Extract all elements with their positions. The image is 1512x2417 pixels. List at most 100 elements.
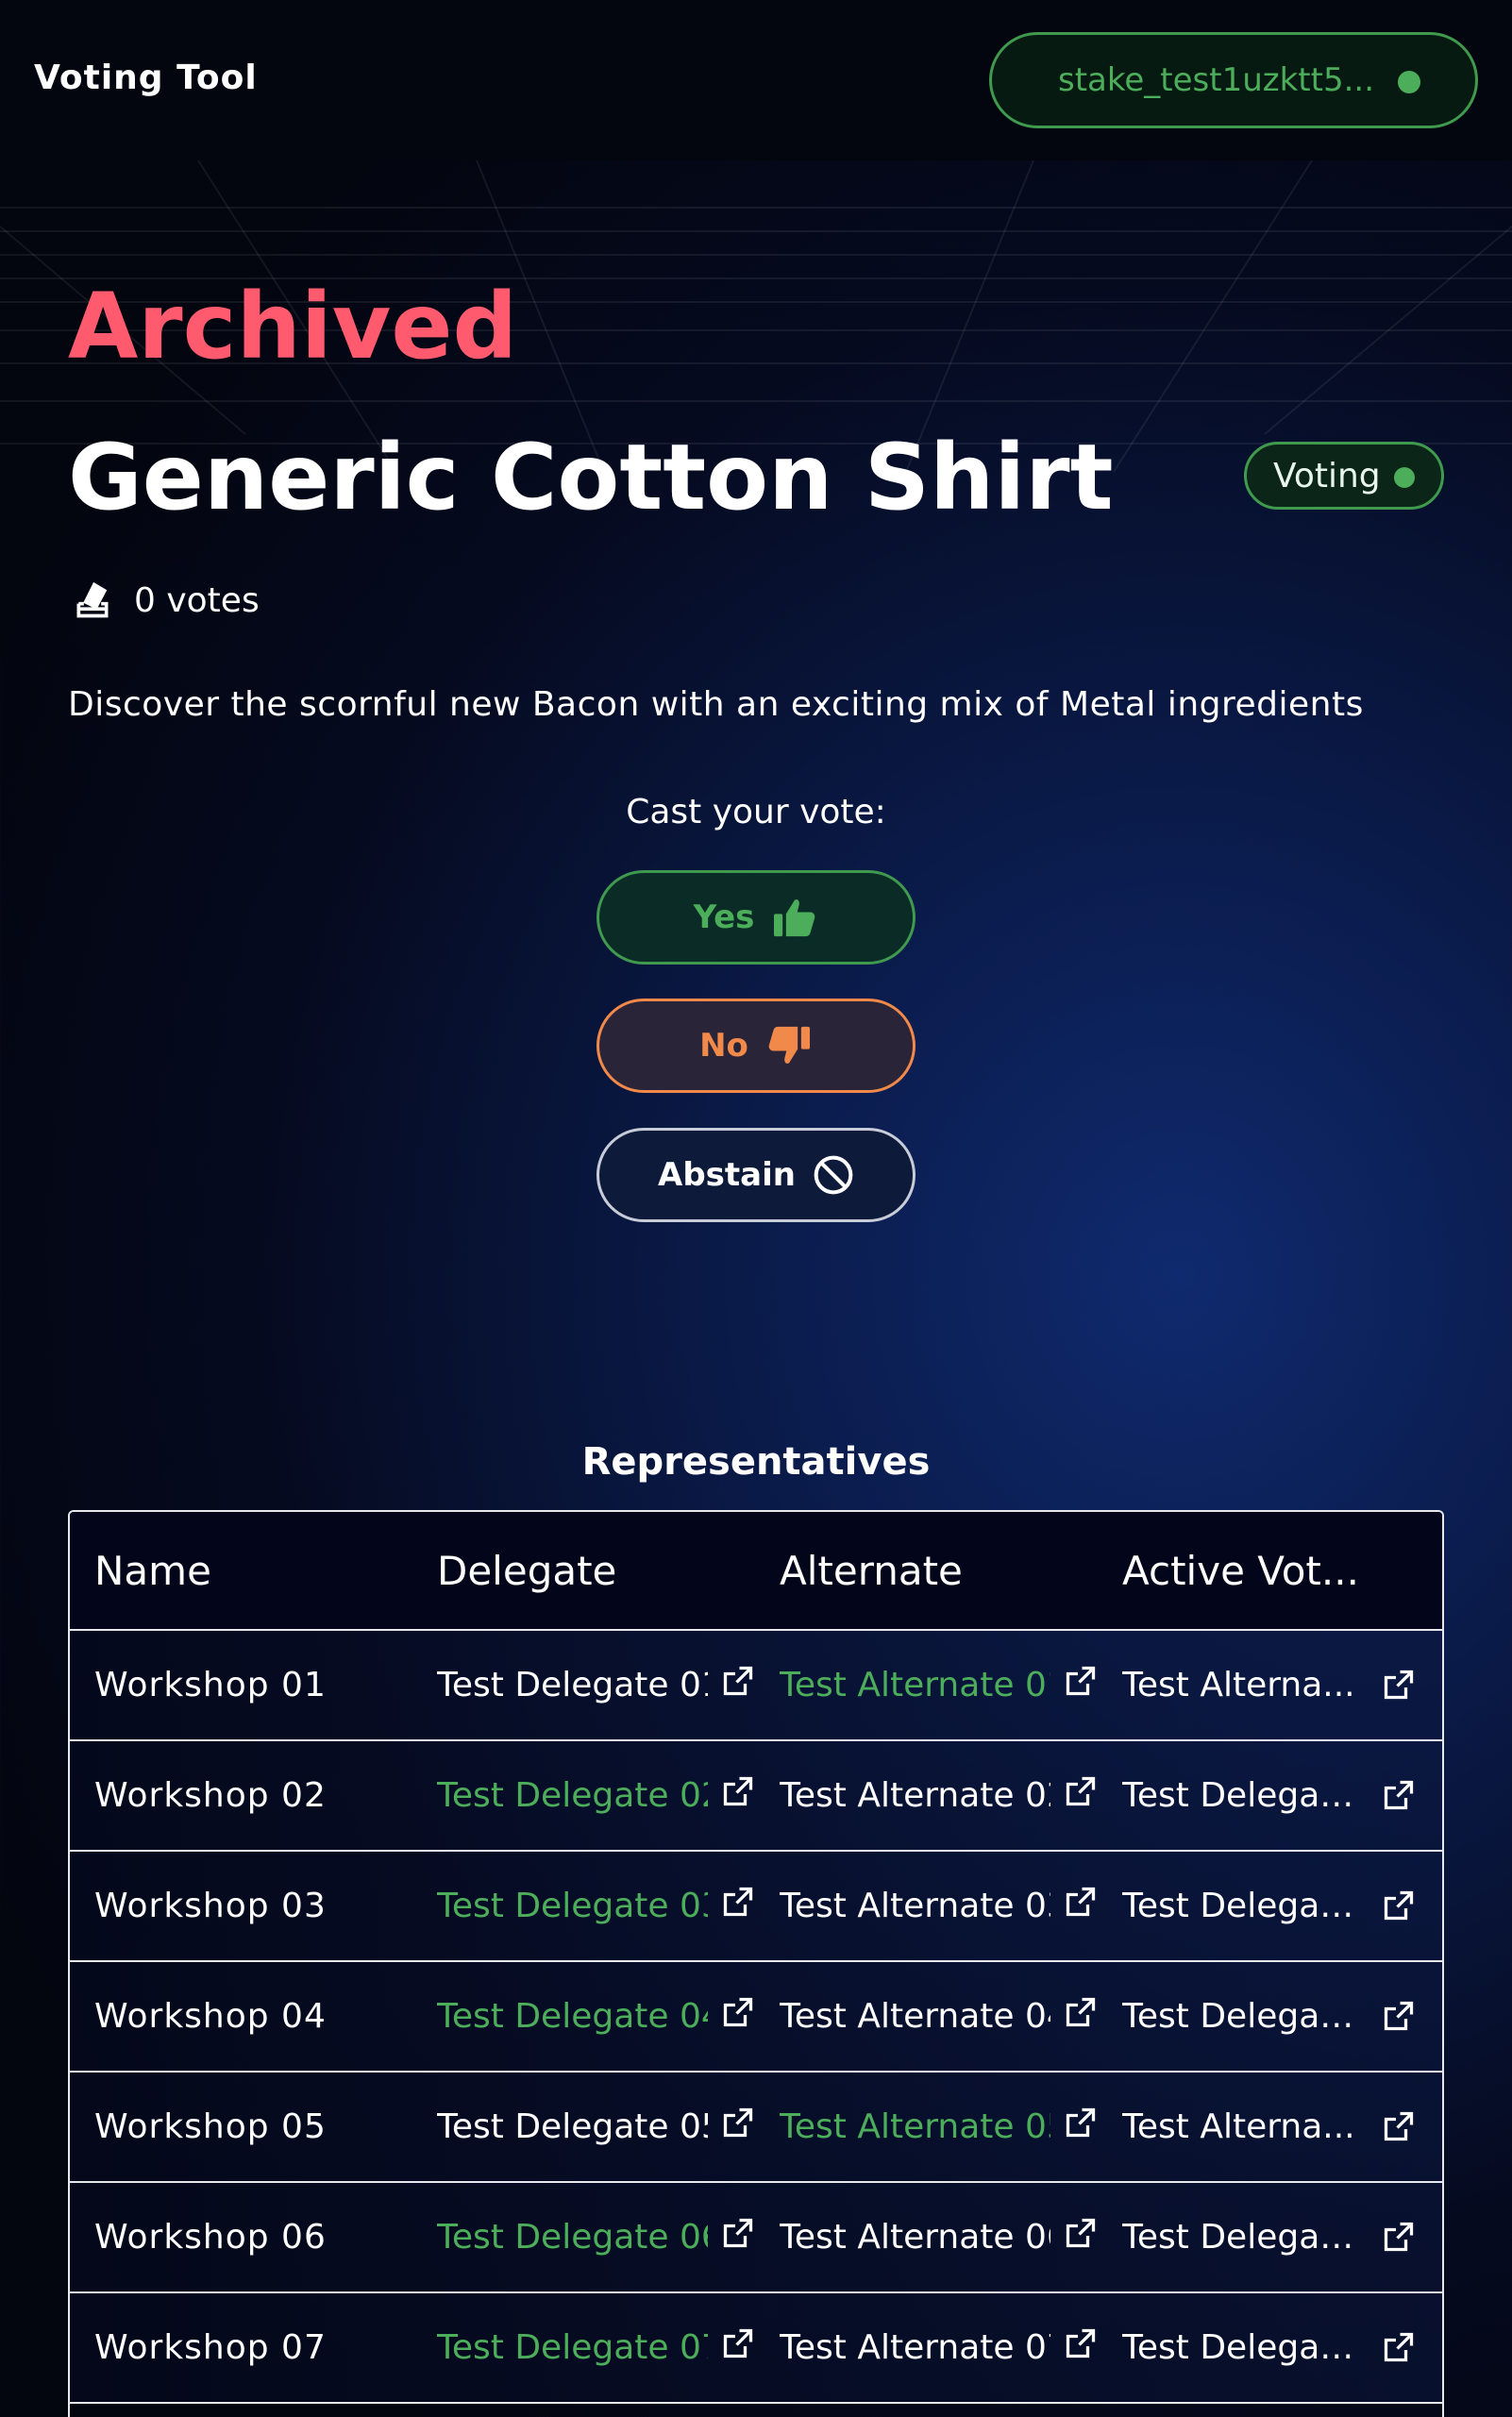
cell-workshop-name: Workshop 02 [70, 1741, 412, 1850]
vote-yes-button[interactable]: Yes [596, 870, 916, 965]
external-link-icon[interactable] [1382, 2109, 1416, 2152]
table-row: Workshop 04 Test Delegate 04 Test Alternat… [70, 1962, 1442, 2073]
app-title[interactable]: Voting Tool [34, 59, 258, 97]
cell-alternate: Test Alternate 03 [755, 1852, 1098, 1960]
table-row: Workshop 01 Test Delegate 01 Test Alternat… [70, 1631, 1442, 1741]
cell-alternate: Test Alternate 01 [755, 1631, 1098, 1739]
external-link-icon[interactable] [1382, 1668, 1416, 1710]
cell-active-voter: Test Delegat... [1098, 1741, 1440, 1850]
wallet-address: stake_test1uzktt5... [1058, 61, 1375, 99]
delegate-name: Test Delegate 01 [437, 1666, 708, 1704]
vote-yes-label: Yes [693, 898, 755, 936]
cell-alternate: Test Alternate 02 [755, 1741, 1098, 1850]
table-body: Workshop 01 Test Delegate 01 Test Alternat… [70, 1631, 1442, 2404]
cell-delegate: Test Delegate 03 [412, 1852, 755, 1960]
external-link-icon[interactable] [1064, 1885, 1098, 1927]
cast-vote-prompt: Cast your vote: [626, 793, 886, 831]
top-navigation-bar: Voting Tool stake_test1uzktt5... [0, 0, 1512, 160]
external-link-icon[interactable] [1064, 2326, 1098, 2369]
external-link-icon[interactable] [1382, 1999, 1416, 2041]
voting-status-badge: Voting [1244, 442, 1444, 510]
workshop-name: Workshop 04 [94, 1997, 327, 2036]
proposal-description: Discover the scornful new Bacon with an … [68, 685, 1364, 724]
proposal-status-heading: Archived [68, 274, 518, 379]
thumbs-down-icon [768, 1026, 810, 1064]
wallet-status-dot [1398, 71, 1420, 93]
cell-delegate: Test Delegate 05 [412, 2073, 755, 2181]
ballot-icon [76, 581, 109, 618]
external-link-icon[interactable] [1064, 1664, 1098, 1706]
external-link-icon[interactable] [1382, 1778, 1416, 1821]
external-link-icon[interactable] [721, 2216, 755, 2258]
cell-alternate: Test Alternate 05 [755, 2073, 1098, 2181]
active-voter-name: Test Alterna... [1122, 1666, 1355, 1704]
column-header-delegate: Delegate [437, 1547, 617, 1594]
external-link-icon[interactable] [721, 1995, 755, 2038]
column-header-active-voter: Active Vot... [1122, 1547, 1359, 1594]
workshop-name: Workshop 02 [94, 1776, 327, 1815]
alternate-name: Test Alternate 06 [780, 2218, 1050, 2257]
delegate-name: Test Delegate 06 [437, 2218, 708, 2257]
active-voter-name: Test Delegat... [1122, 1776, 1358, 1815]
cell-active-voter: Test Alterna... [1098, 2073, 1440, 2181]
alternate-name: Test Alternate 01 [780, 1666, 1050, 1704]
external-link-icon[interactable] [1064, 1774, 1098, 1817]
voting-status-dot [1394, 467, 1415, 488]
cell-active-voter: Test Alterna... [1098, 1631, 1440, 1739]
cell-workshop-name: Workshop 04 [70, 1962, 412, 2071]
votes-count: 0 votes [134, 580, 260, 620]
thumbs-up-icon [774, 899, 815, 937]
external-link-icon[interactable] [721, 1664, 755, 1706]
column-header-alternate: Alternate [780, 1547, 963, 1594]
external-link-icon[interactable] [721, 2106, 755, 2148]
table-row: Workshop 06 Test Delegate 06 Test Alternat… [70, 2183, 1442, 2293]
cell-workshop-name: Workshop 05 [70, 2073, 412, 2181]
representatives-title: Representatives [581, 1440, 931, 1484]
vote-abstain-button[interactable]: Abstain [596, 1128, 916, 1222]
alternate-name: Test Alternate 05 [780, 2107, 1050, 2146]
votes-count-row: 0 votes [72, 579, 260, 621]
external-link-icon[interactable] [721, 2326, 755, 2369]
external-link-icon[interactable] [1382, 2330, 1416, 2373]
external-link-icon[interactable] [1064, 2106, 1098, 2148]
cell-workshop-name: Workshop 06 [70, 2183, 412, 2291]
external-link-icon[interactable] [1064, 2216, 1098, 2258]
external-link-icon[interactable] [1382, 2220, 1416, 2262]
active-voter-name: Test Delegat... [1122, 1997, 1358, 2036]
column-header-name: Name [94, 1547, 211, 1594]
alternate-name: Test Alternate 07 [780, 2328, 1050, 2367]
alternate-name: Test Alternate 03 [780, 1887, 1050, 1925]
cell-active-voter: Test Delegat... [1098, 2183, 1440, 2291]
cell-delegate: Test Delegate 01 [412, 1631, 755, 1739]
table-row: Workshop 03 Test Delegate 03 Test Alternat… [70, 1852, 1442, 1962]
table-row: Workshop 05 Test Delegate 05 Test Alternat… [70, 2073, 1442, 2183]
active-voter-name: Test Delegat... [1122, 2218, 1358, 2257]
cell-alternate: Test Alternate 07 [755, 2293, 1098, 2402]
active-voter-name: Test Delegat... [1122, 2328, 1358, 2367]
cell-delegate: Test Delegate 07 [412, 2293, 755, 2402]
cell-alternate: Test Alternate 04 [755, 1962, 1098, 2071]
cell-active-voter: Test Delegat... [1098, 2293, 1440, 2402]
active-voter-name: Test Alterna... [1122, 2107, 1355, 2146]
external-link-icon[interactable] [1064, 1995, 1098, 2038]
workshop-name: Workshop 05 [94, 2107, 327, 2146]
workshop-name: Workshop 06 [94, 2218, 327, 2257]
vote-no-label: No [699, 1027, 748, 1065]
representatives-table: Name Delegate Alternate Active Vot... Wo… [68, 1510, 1444, 2417]
abstain-icon [814, 1155, 853, 1195]
vote-abstain-label: Abstain [658, 1156, 796, 1194]
delegate-name: Test Delegate 05 [437, 2107, 708, 2146]
active-voter-name: Test Delegat... [1122, 1887, 1358, 1925]
delegate-name: Test Delegate 07 [437, 2328, 708, 2367]
wallet-connect-button[interactable]: stake_test1uzktt5... [989, 32, 1478, 128]
workshop-name: Workshop 07 [94, 2328, 327, 2367]
vote-no-button[interactable]: No [596, 999, 916, 1093]
table-row: Workshop 02 Test Delegate 02 Test Alternat… [70, 1741, 1442, 1852]
cell-active-voter: Test Delegat... [1098, 1852, 1440, 1960]
external-link-icon[interactable] [721, 1885, 755, 1927]
cell-workshop-name: Workshop 03 [70, 1852, 412, 1960]
external-link-icon[interactable] [1382, 1888, 1416, 1931]
voting-status-label: Voting [1273, 456, 1381, 495]
external-link-icon[interactable] [721, 1774, 755, 1817]
cell-workshop-name: Workshop 01 [70, 1631, 412, 1739]
